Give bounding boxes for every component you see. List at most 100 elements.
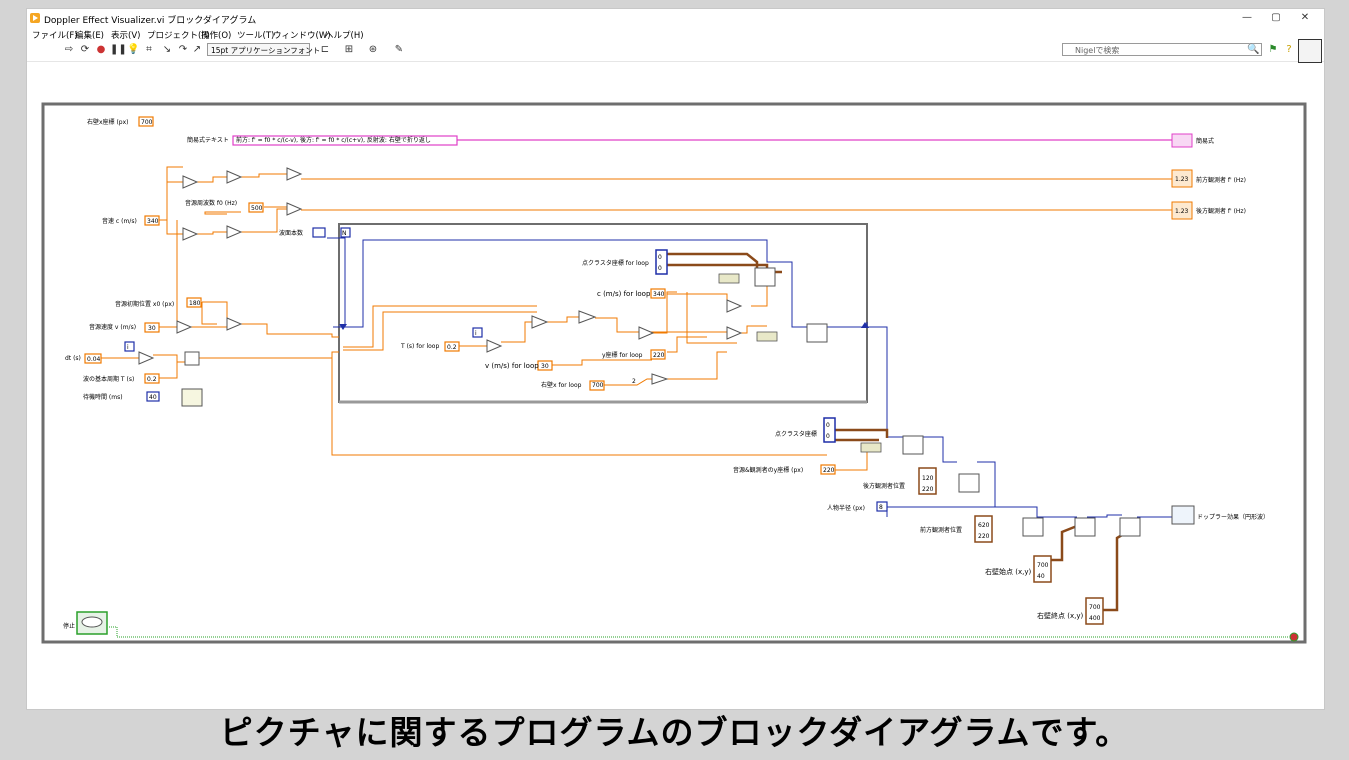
step-into-icon[interactable]: ↘ xyxy=(161,44,173,56)
label-source-speed: 音源速度 v (m/s) xyxy=(89,323,136,331)
loop-condition-terminal[interactable] xyxy=(1289,632,1299,642)
window-title: Doppler Effect Visualizer.vi ブロックダイアグラム xyxy=(44,16,257,26)
label-T-loop: T (s) for loop xyxy=(400,343,439,350)
value-const-two: 2 xyxy=(632,378,636,385)
value-dt: 0.04 xyxy=(87,356,101,363)
label-person-radius: 人物半径 (px) xyxy=(827,504,865,512)
value-front-x: 620 xyxy=(978,522,990,529)
highlight-execution-icon[interactable]: 💡 xyxy=(127,44,139,56)
caption: ピクチャに関するプログラムのブロックダイアグラムです。 xyxy=(219,713,1130,752)
label-v-loop: v (m/s) for loop xyxy=(485,362,539,370)
search-input[interactable]: Nigelで検索 xyxy=(1062,43,1262,56)
step-out-icon[interactable]: ↗ xyxy=(191,44,203,56)
random-node xyxy=(184,351,200,366)
abort-icon[interactable]: ● xyxy=(95,44,107,56)
menu-operate[interactable]: 操作(O) xyxy=(201,29,231,41)
value-v-loop: 30 xyxy=(541,363,549,370)
value-num-display-front: 1.23 xyxy=(1175,176,1189,183)
label-sound-speed: 音速 c (m/s) xyxy=(102,217,137,225)
value-c-loop: 340 xyxy=(653,291,665,298)
title-bar: Doppler Effect Visualizer.vi ブロックダイアグラム … xyxy=(27,9,1324,27)
value-T-loop: 0.2 xyxy=(447,344,457,351)
help-icon[interactable]: ? xyxy=(1283,44,1295,56)
font-select[interactable]: 15pt アプリケーションフォント xyxy=(207,43,320,56)
close-button[interactable]: ✕ xyxy=(1295,11,1315,25)
label-wall-loop: 右壁x for loop xyxy=(541,381,582,389)
value-wall-end-x: 700 xyxy=(1089,604,1101,611)
retain-wire-values-icon[interactable]: ⌗ xyxy=(143,44,155,56)
menu-bar: ファイル(F) 編集(E) 表示(V) プロジェクト(P) 操作(O) ツール(… xyxy=(27,27,1324,41)
label-wait-time: 待機時間 (ms) xyxy=(83,393,123,401)
distribute-icon[interactable]: ⊞ xyxy=(343,44,355,56)
menu-edit[interactable]: 編集(E) xyxy=(75,29,104,41)
menu-window[interactable]: ウィンドウ(W) xyxy=(273,29,331,41)
label-wave-count: 波面本数 xyxy=(279,229,303,237)
value-front-y: 220 xyxy=(978,533,990,540)
value-wall-start-y: 40 xyxy=(1037,573,1045,580)
boolean-wire xyxy=(109,626,1289,638)
label-wall-start: 右壁始点 (x,y) xyxy=(985,567,1031,576)
value-radius: 8 xyxy=(879,504,883,511)
maximize-button[interactable]: ▢ xyxy=(1266,11,1286,25)
value-rear-x: 120 xyxy=(922,475,934,482)
run-arrow-icon[interactable]: ⇨ xyxy=(63,44,75,56)
label-cluster: 点クラスタ座標 xyxy=(775,430,817,438)
label-formula-text: 簡易式テキスト xyxy=(187,136,229,144)
search-icon[interactable]: 🔍 xyxy=(1247,44,1259,56)
value-formula-string: 前方: f' = f0 * c/(c-v), 後方: f' = f0 * c/(… xyxy=(236,136,431,144)
warning-icon[interactable]: ⚑ xyxy=(1267,44,1279,56)
value-cluster-a2: 0 xyxy=(826,422,830,429)
label-wall-x: 右壁x座標 (px) xyxy=(87,118,129,126)
value-wait-time: 40 xyxy=(149,394,157,401)
minimize-button[interactable]: — xyxy=(1237,11,1257,25)
wait-node xyxy=(181,388,203,407)
for-loop-frame[interactable] xyxy=(338,223,868,403)
value-cluster-a: 0 xyxy=(658,254,662,261)
label-out-rear-freq: 後方観測者 f' (Hz) xyxy=(1196,207,1246,215)
loop-count-n: N xyxy=(342,230,347,237)
label-out-picture: ドップラー効果（円形波） xyxy=(1197,513,1269,521)
label-cluster-loop: 点クラスタ座標 for loop xyxy=(582,259,649,267)
value-wall-loop: 700 xyxy=(592,382,604,389)
value-cluster-b: 0 xyxy=(658,265,662,272)
cleanup-icon[interactable]: ✎ xyxy=(393,44,405,56)
run-continuously-icon[interactable]: ⟳ xyxy=(79,44,91,56)
value-period: 0.2 xyxy=(147,376,157,383)
pause-icon[interactable]: ❚❚ xyxy=(110,44,127,56)
vi-icon xyxy=(1298,39,1322,63)
label-out-front-freq: 前方観測者 f' (Hz) xyxy=(1196,176,1246,184)
value-num-display-rear: 1.23 xyxy=(1175,208,1189,215)
menu-tools[interactable]: ツール(T) xyxy=(237,29,274,41)
align-icon[interactable]: ⊏ xyxy=(319,44,331,56)
value-sound-speed: 340 xyxy=(147,218,159,225)
value-source-speed: 30 xyxy=(148,325,156,332)
window: Doppler Effect Visualizer.vi ブロックダイアグラム … xyxy=(26,8,1325,710)
diagram-canvas: 右壁x座標 (px) 700 簡易式テキスト 前方: f' = f0 * c/(… xyxy=(41,102,1307,644)
reorder-icon[interactable]: ⊛ xyxy=(367,44,379,56)
label-stop: 停止 xyxy=(63,622,75,630)
label-y-loop: y座標 for loop xyxy=(602,351,643,359)
labview-app-icon xyxy=(30,13,40,23)
label-c-loop: c (m/s) for loop xyxy=(597,290,651,298)
value-initial-pos: 180 xyxy=(189,300,201,307)
block-diagram: 右壁x座標 (px) 700 簡易式テキスト 前方: f' = f0 * c/(… xyxy=(27,62,1324,709)
value-rear-y: 220 xyxy=(922,486,934,493)
value-observer-y: 220 xyxy=(823,467,835,474)
label-source-freq: 音源周波数 f0 (Hz) xyxy=(185,199,237,207)
menu-file[interactable]: ファイル(F) xyxy=(32,29,78,41)
label-rear-observer: 後方観測者位置 xyxy=(863,482,905,490)
label-out-formula: 簡易式 xyxy=(1196,137,1214,145)
value-wall-end-y: 400 xyxy=(1089,615,1101,622)
stop-button-face xyxy=(81,616,103,628)
menu-help[interactable]: ヘルプ(H) xyxy=(325,29,364,41)
value-cluster-b2: 0 xyxy=(826,433,830,440)
step-over-icon[interactable]: ↷ xyxy=(177,44,189,56)
label-dt: dt (s) xyxy=(65,355,81,362)
label-observer-y: 音源&観測者のy座標 (px) xyxy=(733,466,803,474)
label-front-observer: 前方観測者位置 xyxy=(920,526,962,534)
label-period: 波の基本周期 T (s) xyxy=(83,375,134,383)
label-initial-pos: 音源初期位置 x0 (px) xyxy=(115,300,174,308)
output-indicators xyxy=(1171,133,1195,525)
menu-view[interactable]: 表示(V) xyxy=(111,29,140,41)
value-y-loop: 220 xyxy=(653,352,665,359)
